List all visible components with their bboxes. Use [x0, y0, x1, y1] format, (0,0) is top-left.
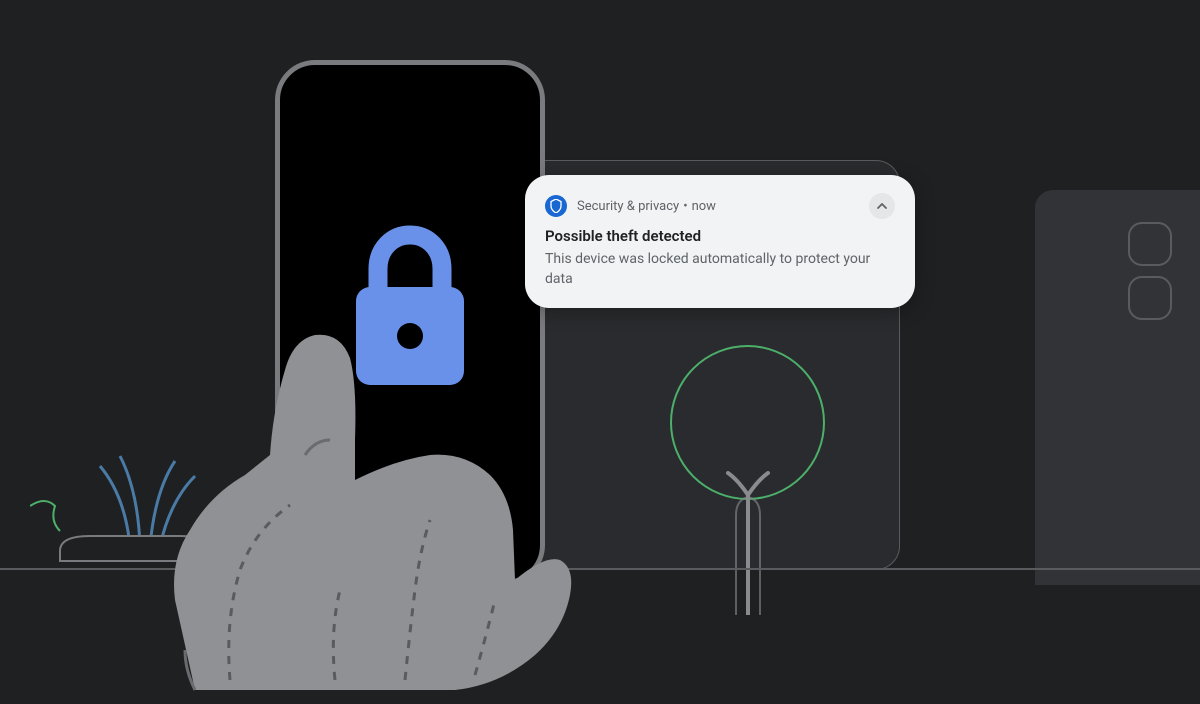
phone-device	[275, 60, 545, 585]
shield-icon	[545, 195, 567, 217]
chevron-up-icon	[876, 200, 888, 212]
expand-button[interactable]	[869, 193, 895, 219]
lock-icon	[340, 225, 480, 399]
notification-app-name: Security & privacy	[577, 199, 679, 214]
notification-card[interactable]: Security & privacy•now Possible theft de…	[525, 175, 915, 308]
notification-body: This device was locked automatically to …	[545, 249, 895, 290]
notification-time: now	[692, 199, 716, 214]
building-decoration	[1035, 190, 1200, 585]
notification-title: Possible theft detected	[545, 227, 895, 245]
notification-source: Security & privacy•now	[577, 199, 859, 214]
fountain-decoration	[30, 436, 230, 570]
